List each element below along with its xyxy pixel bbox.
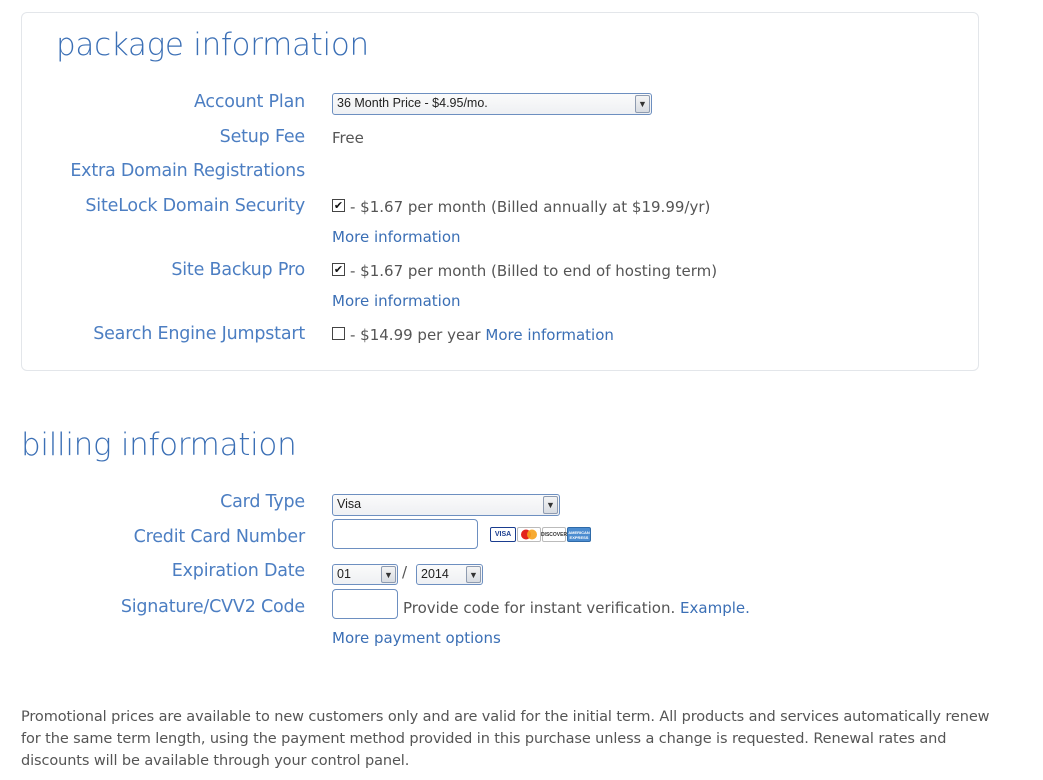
chevron-down-icon: ▼ — [466, 566, 481, 583]
setup-fee-value: Free — [332, 129, 364, 147]
sitelock-price-text: - $1.67 per month (Billed annually at $1… — [350, 198, 711, 216]
visa-logo: VISA — [490, 527, 516, 542]
checkmark-icon: ✔ — [333, 263, 344, 276]
more-payment-options-link[interactable]: More payment options — [332, 627, 501, 649]
billing-information-title: billing information — [21, 427, 297, 463]
sitelock-more-info-link[interactable]: More information — [332, 226, 461, 248]
package-information-title: package information — [56, 27, 369, 63]
checkmark-icon: ✔ — [333, 199, 344, 212]
cvv-hint-row: Provide code for instant verification. E… — [403, 597, 750, 619]
search-engine-checkbox[interactable] — [332, 327, 345, 340]
card-type-label: Card Type — [220, 492, 305, 512]
cvv-example-link[interactable]: Example. — [680, 599, 750, 617]
card-type-select[interactable]: Visa ▼ — [332, 494, 560, 516]
promotional-disclaimer: Promotional prices are available to new … — [21, 709, 990, 769]
card-number-label: Credit Card Number — [133, 527, 306, 547]
cvv-label: Signature/CVV2 Code — [120, 597, 305, 617]
chevron-down-icon: ▼ — [543, 496, 558, 514]
site-backup-label: Site Backup Pro — [171, 260, 305, 280]
sitelock-checkbox[interactable]: ✔ — [332, 199, 345, 212]
card-type-value: Visa — [337, 497, 362, 511]
site-backup-more-info-link[interactable]: More information — [332, 290, 461, 312]
cvv-input[interactable] — [332, 589, 398, 619]
expiration-date-label: Expiration Date — [171, 561, 305, 581]
amex-logo: AMERICAN EXPRESS — [567, 527, 591, 542]
exp-separator: / — [402, 563, 408, 581]
chevron-down-icon: ▼ — [381, 566, 396, 583]
mastercard-logo — [517, 527, 541, 542]
account-plan-label: Account Plan — [193, 92, 305, 112]
exp-year-value: 2014 — [421, 567, 449, 581]
card-number-input[interactable] — [332, 519, 478, 549]
account-plan-select[interactable]: 36 Month Price - $4.95/mo. ▼ — [332, 93, 652, 115]
search-engine-more-info-link[interactable]: More information — [485, 326, 614, 344]
exp-month-value: 01 — [337, 567, 351, 581]
chevron-down-icon: ▼ — [635, 95, 650, 113]
account-plan-value: 36 Month Price - $4.95/mo. — [337, 96, 488, 110]
search-engine-price-text: - $14.99 per year — [350, 326, 481, 344]
exp-month-select[interactable]: 01 ▼ — [332, 564, 398, 585]
site-backup-checkbox[interactable]: ✔ — [332, 263, 345, 276]
search-engine-price-row: - $14.99 per year More information — [350, 324, 614, 346]
exp-year-select[interactable]: 2014 ▼ — [416, 564, 483, 585]
package-information-panel — [21, 12, 979, 371]
search-engine-label: Search Engine Jumpstart — [93, 324, 305, 344]
sitelock-label: SiteLock Domain Security — [85, 196, 305, 216]
extra-domain-label: Extra Domain Registrations — [70, 161, 305, 181]
discover-logo: DISCOVER — [541, 527, 567, 542]
site-backup-price-text: - $1.67 per month (Billed to end of host… — [350, 262, 718, 280]
setup-fee-label: Setup Fee — [219, 127, 306, 147]
mastercard-icon — [521, 529, 537, 540]
cvv-hint-text: Provide code for instant verification. — [403, 599, 676, 617]
